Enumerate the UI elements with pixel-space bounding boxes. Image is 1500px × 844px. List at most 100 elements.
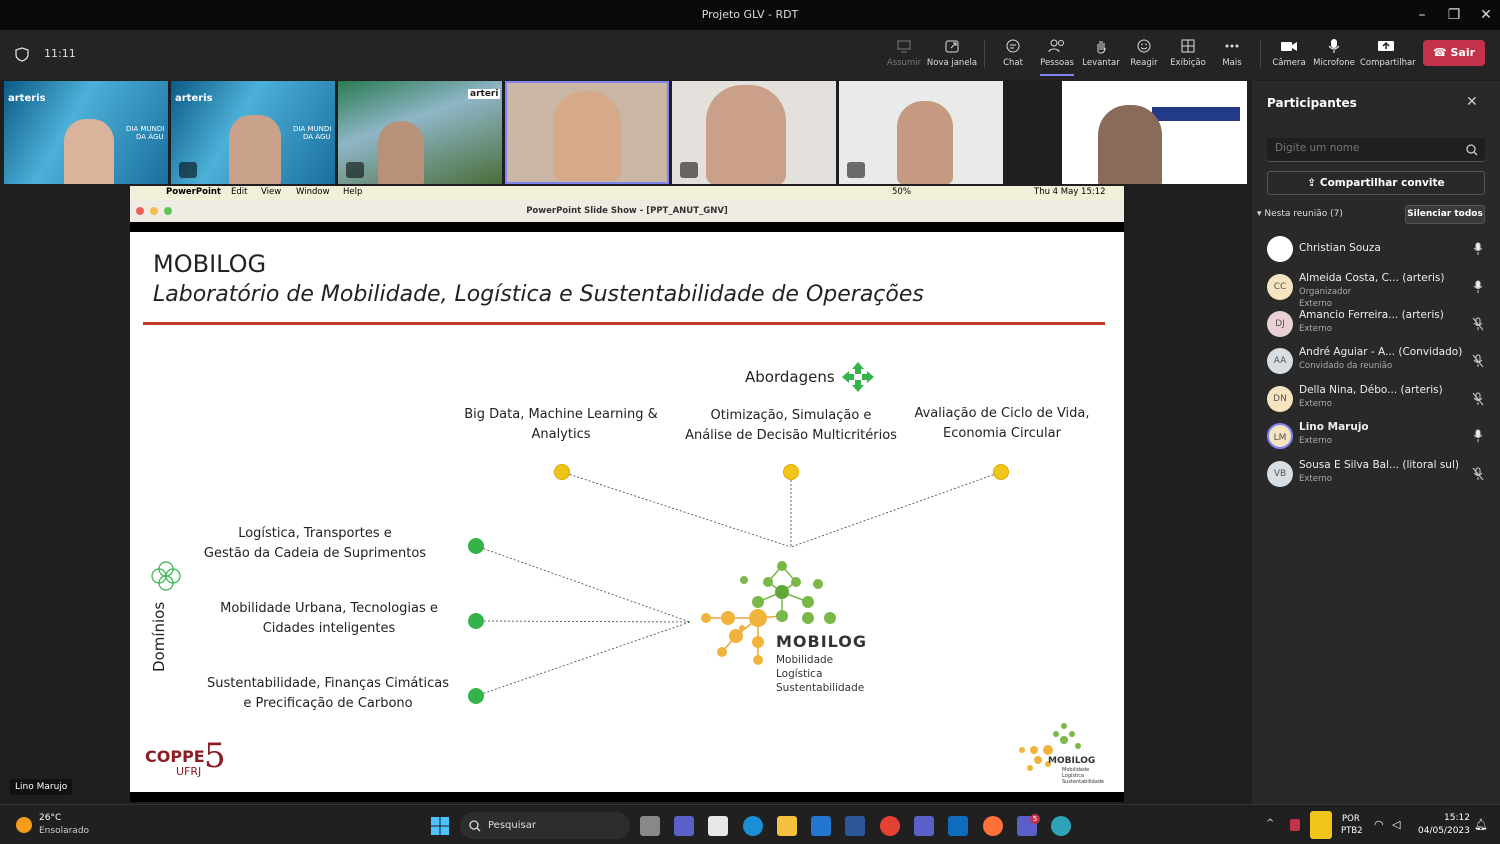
participant-role: Externo — [1299, 299, 1332, 309]
microphone-icon — [1328, 39, 1340, 53]
microfone-label: Microfone — [1313, 58, 1355, 68]
chat-icon — [1006, 39, 1020, 53]
mic-on-icon[interactable] — [1472, 242, 1484, 256]
mic-off-icon[interactable] — [1472, 354, 1484, 368]
mobilog-logo-tagline: Mobilidade Logística Sustentabilidade — [776, 653, 864, 695]
grid-icon — [1181, 39, 1195, 53]
compartilhar-button[interactable]: Compartilhar — [1360, 38, 1416, 68]
participant-search-input[interactable] — [1275, 142, 1455, 154]
mac-clock: Thu 4 May 15:12 — [1034, 187, 1106, 197]
share-screen-icon — [897, 40, 911, 53]
chrome-icon[interactable] — [880, 816, 900, 836]
system-time[interactable]: 15:12 — [1444, 813, 1470, 823]
mic-off-icon[interactable] — [1472, 317, 1484, 331]
smiley-icon — [1137, 39, 1151, 53]
mac-menubar: PowerPoint Edit View Window Help 50% Thu… — [130, 186, 1124, 200]
sun-icon — [16, 817, 32, 833]
ufrj-logo: UFRJ — [176, 765, 202, 778]
chevron-up-icon[interactable]: ^ — [1266, 818, 1274, 829]
notifications-bell-icon[interactable]: 🔔︎ — [1474, 818, 1488, 831]
network-app-icon[interactable] — [1051, 816, 1071, 836]
close-window-button[interactable]: ✕ — [1474, 4, 1498, 26]
window-title: Projeto GLV - RDT — [701, 8, 799, 21]
participant-name[interactable]: André Aguiar - A... (Convidado) — [1299, 346, 1462, 358]
nova-janela-button[interactable]: Nova janela — [926, 38, 978, 68]
presentation-slide: MOBILOG Laboratório de Mobilidade, Logís… — [130, 232, 1124, 792]
approach-line: Big Data, Machine Learning & — [464, 407, 658, 422]
section-toggle[interactable]: ▾ Nesta reunião (7) — [1257, 209, 1343, 219]
participant-video — [1098, 105, 1162, 184]
lang-code[interactable]: POR — [1342, 814, 1360, 824]
approach-line: Análise de Decisão Multicritérios — [685, 428, 897, 443]
search-icon — [469, 820, 481, 832]
store-icon[interactable] — [708, 816, 728, 836]
outlook-icon[interactable] — [948, 816, 968, 836]
restore-button[interactable]: ❐ — [1442, 4, 1466, 26]
teams-tray-icon[interactable] — [1290, 819, 1300, 831]
volume-icon[interactable]: ◁ — [1392, 818, 1400, 831]
mobilog-logo-name: MOBILOG — [776, 632, 868, 651]
mute-all-button[interactable]: Silenciar todos — [1405, 205, 1485, 224]
mail-icon[interactable] — [811, 816, 831, 836]
teams-chat-icon[interactable] — [674, 816, 694, 836]
mic-on-icon[interactable] — [1472, 429, 1484, 443]
section-label: Nesta reunião (7) — [1264, 209, 1343, 219]
video-tile[interactable] — [672, 81, 836, 184]
more-icon — [1225, 44, 1239, 48]
video-tile-active-speaker[interactable] — [505, 81, 669, 184]
mac-menu-edit: Edit — [231, 187, 248, 197]
approach-ciclo-vida: Avaliação de Ciclo de Vida, Economia Circ… — [900, 404, 1104, 444]
mac-menu-help: Help — [343, 187, 363, 197]
muted-indicator-icon — [847, 162, 865, 178]
share-invite-button[interactable]: ⇪ Compartilhar convite — [1267, 171, 1485, 195]
system-date[interactable]: 04/05/2023 — [1418, 826, 1470, 836]
video-tile[interactable] — [1062, 81, 1247, 184]
video-tile[interactable]: arteris DIA MUNDI DA ÁGU — [4, 81, 168, 184]
participant-search-box[interactable] — [1267, 138, 1485, 162]
domain-node — [468, 538, 484, 554]
video-tile[interactable]: arteris DIA MUNDI DA ÁGU — [171, 81, 335, 184]
microphone-tray-icon[interactable] — [1310, 811, 1332, 839]
participant-name[interactable]: Sousa E Silva Bal... (litoral sul) — [1299, 459, 1459, 471]
participant-name[interactable]: Della Nina, Débo... (arteris) — [1299, 384, 1443, 396]
microfone-button[interactable]: Microfone — [1308, 38, 1360, 68]
video-tile[interactable] — [839, 81, 1003, 184]
task-view-icon[interactable] — [640, 816, 660, 836]
windows-taskbar: 26°C Ensolarado Pesquisar 5 ^ POR PTB2 ◠… — [0, 804, 1500, 844]
file-explorer-icon[interactable] — [777, 816, 797, 836]
chat-label: Chat — [1003, 58, 1023, 68]
mic-off-icon[interactable] — [1472, 467, 1484, 481]
participant-name[interactable]: Lino Marujo — [1299, 421, 1369, 433]
close-panel-icon[interactable]: ✕ — [1466, 94, 1478, 110]
leave-button[interactable]: ☎ Sair — [1423, 40, 1485, 66]
participant-name[interactable]: Almeida Costa, C... (arteris) — [1299, 272, 1445, 284]
participant-name[interactable]: Christian Souza — [1299, 242, 1381, 254]
firefox-icon[interactable] — [983, 816, 1003, 836]
video-tile[interactable]: arteri — [338, 81, 502, 184]
windows-start-icon[interactable] — [430, 816, 450, 836]
tagline-line: Mobilidade — [776, 654, 834, 666]
mic-off-icon[interactable] — [1472, 392, 1484, 406]
edge-icon[interactable] — [743, 816, 763, 836]
domain-node — [468, 613, 484, 629]
coppe-anniversary-number: 5 — [204, 736, 226, 776]
taskbar-search[interactable]: Pesquisar — [460, 812, 630, 839]
mais-button[interactable]: Mais — [1206, 38, 1258, 68]
domain-node — [468, 688, 484, 704]
word-icon[interactable] — [845, 816, 865, 836]
minimize-button[interactable]: – — [1410, 4, 1434, 26]
wifi-icon[interactable]: ◠ — [1374, 818, 1384, 831]
participant-role: Externo — [1299, 436, 1332, 446]
thumb-caption: DIA MUNDI — [293, 125, 332, 133]
domains-circles-icon — [151, 561, 181, 591]
mic-on-icon[interactable] — [1472, 280, 1484, 294]
assumir-button[interactable]: Assumir — [878, 38, 930, 68]
exibicao-label: Exibição — [1170, 58, 1206, 68]
background-logo — [1152, 107, 1240, 121]
teams-icon[interactable] — [914, 816, 934, 836]
approach-line: Analytics — [531, 427, 591, 442]
mac-menu-view: View — [261, 187, 282, 197]
participant-name[interactable]: Amancio Ferreira... (arteris) — [1299, 309, 1444, 321]
keyboard-layout[interactable]: PTB2 — [1341, 826, 1363, 836]
participant-avatar: CC — [1267, 274, 1293, 300]
